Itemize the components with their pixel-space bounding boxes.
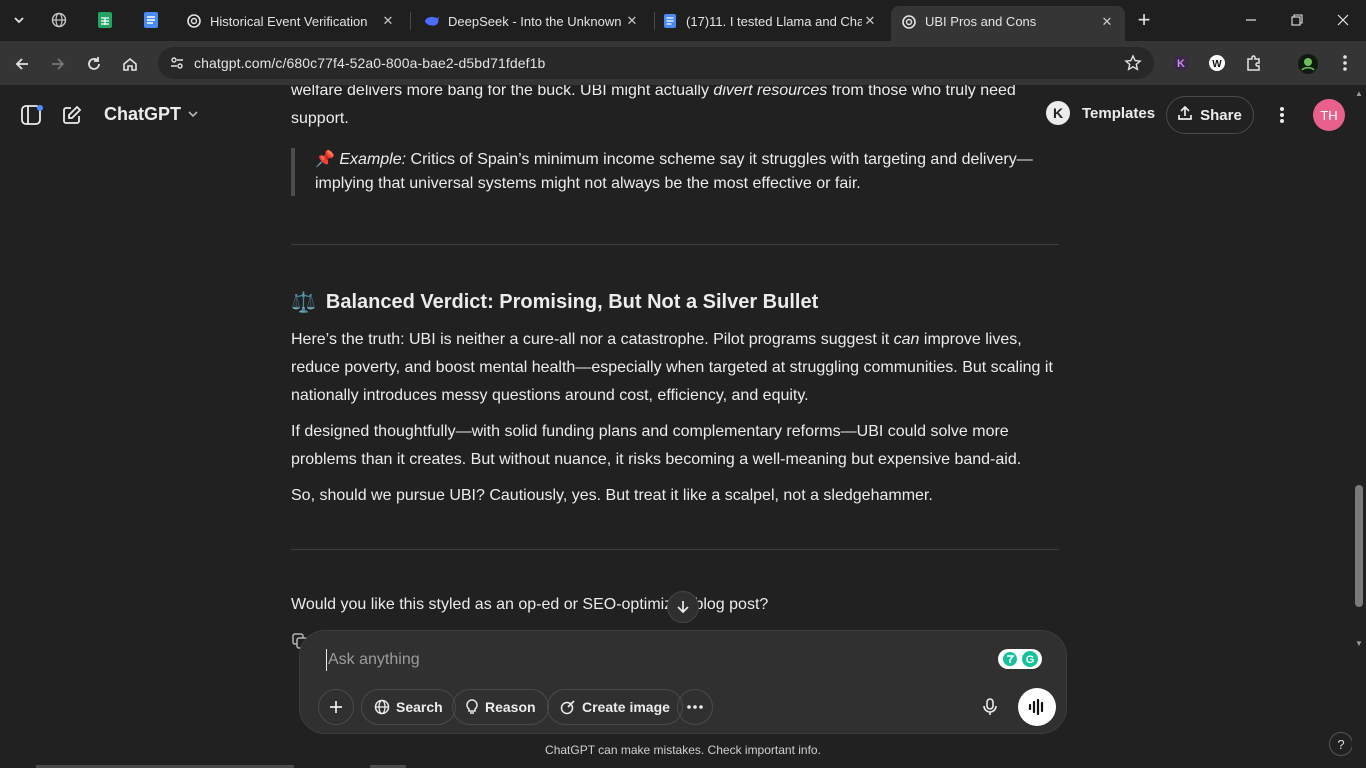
tab-title: (17)11. I tested Llama and ChatGPT <box>686 13 862 29</box>
share-button[interactable]: Share <box>1166 96 1254 134</box>
brand-title: ChatGPT <box>104 104 182 124</box>
svg-text:W: W <box>1212 59 1222 70</box>
prompt-composer: Ask anything G Search Reason Create imag… <box>299 630 1067 734</box>
close-icon[interactable]: ✕ <box>1099 14 1115 30</box>
browser-tab-bar: Historical Event Verification ✕ DeepSeek… <box>0 0 1366 41</box>
heading-text: Balanced Verdict: Promising, But Not a S… <box>325 291 819 313</box>
page-scrollbar[interactable]: ▲ ▼ <box>1352 85 1366 768</box>
pinned-globe-tab-icon[interactable] <box>46 8 72 32</box>
wordtune-extension-icon[interactable]: W <box>1206 52 1228 74</box>
more-tools-button[interactable] <box>677 689 713 725</box>
user-avatar[interactable]: TH <box>1313 99 1345 131</box>
arrow-down-icon <box>677 601 689 614</box>
k-badge-icon: K <box>1046 101 1070 125</box>
svg-text:G: G <box>1026 654 1035 666</box>
new-chat-icon[interactable] <box>60 103 84 127</box>
blockquote: 📌 Example: Critics of Spain’s minimum in… <box>291 148 1061 196</box>
bookmark-star-icon[interactable] <box>1124 54 1142 77</box>
section-divider <box>291 549 1059 550</box>
voice-mode-button[interactable] <box>1018 688 1056 726</box>
chrome-menu-icon[interactable] <box>1334 52 1356 74</box>
disclaimer-text: ChatGPT can make mistakes. Check importa… <box>545 743 821 757</box>
forward-arrow-icon[interactable] <box>44 50 72 78</box>
create-image-label: Create image <box>582 699 670 715</box>
restore-icon[interactable] <box>1274 8 1320 32</box>
reload-icon[interactable] <box>80 50 108 78</box>
chevron-down-icon <box>187 104 199 125</box>
plus-icon <box>330 701 342 713</box>
chatgpt-app: welfare delivers more bang for the buck.… <box>0 85 1366 768</box>
scroll-down-arrow-icon[interactable]: ▼ <box>1355 639 1363 648</box>
site-settings-icon[interactable] <box>166 52 188 74</box>
close-icon[interactable]: ✕ <box>862 13 878 29</box>
browser-toolbar: chatgpt.com/c/680c77f4-52a0-800a-bae2-d5… <box>0 41 1366 85</box>
tab-llama-chatgpt[interactable]: (17)11. I tested Llama and ChatGPT ✕ <box>652 6 888 36</box>
prompt-input[interactable]: Ask anything <box>326 649 420 671</box>
globe-icon <box>374 699 390 715</box>
grammarly-icon[interactable]: G <box>998 648 1042 670</box>
tab-title: UBI Pros and Cons <box>925 14 1037 29</box>
scroll-up-arrow-icon[interactable]: ▲ <box>1355 89 1363 98</box>
emphasis-text: can <box>893 331 920 348</box>
reason-button[interactable]: Reason <box>452 689 549 725</box>
text-run: Here’s the truth: UBI is neither a cure-… <box>291 331 894 348</box>
docs-icon <box>662 13 678 29</box>
more-options-icon[interactable] <box>1270 103 1294 127</box>
message-paragraph: Here’s the truth: UBI is neither a cure-… <box>291 326 1061 410</box>
back-arrow-icon[interactable] <box>8 50 36 78</box>
share-label: Share <box>1200 106 1242 124</box>
search-button[interactable]: Search <box>361 689 456 725</box>
pinned-docs-tab-icon[interactable] <box>138 8 164 32</box>
address-bar[interactable]: chatgpt.com/c/680c77f4-52a0-800a-bae2-d5… <box>158 47 1154 79</box>
add-attachment-button[interactable] <box>318 689 354 725</box>
pushpin-icon: 📌 <box>315 151 335 168</box>
search-label: Search <box>396 699 443 715</box>
svg-text:K: K <box>1177 58 1185 70</box>
openai-icon <box>186 13 202 29</box>
kaspersky-extension-icon[interactable]: K <box>1170 52 1192 74</box>
app-header: ChatGPT K Templates Share TH <box>0 85 1352 143</box>
create-image-button[interactable]: Create image <box>547 689 683 725</box>
help-button[interactable]: ? <box>1329 732 1353 756</box>
templates-label: Templates <box>1082 104 1156 122</box>
tab-search-chevron-icon[interactable] <box>6 8 32 32</box>
section-heading: ⚖️ Balanced Verdict: Promising, But Not … <box>291 290 818 315</box>
close-icon[interactable]: ✕ <box>624 13 640 29</box>
reason-label: Reason <box>485 699 536 715</box>
brush-icon <box>560 700 575 715</box>
profile-avatar-icon[interactable] <box>1296 52 1320 76</box>
message-paragraph: So, should we pursue UBI? Cautiously, ye… <box>291 487 933 504</box>
scroll-to-bottom-button[interactable] <box>667 591 699 623</box>
tab-historical-event-verification[interactable]: Historical Event Verification ✕ <box>176 6 406 36</box>
example-label: Example: <box>339 151 407 168</box>
close-icon[interactable]: ✕ <box>380 13 396 29</box>
lightbulb-icon <box>466 699 478 714</box>
new-tab-button[interactable]: + <box>1131 7 1157 32</box>
openai-icon <box>901 14 917 30</box>
tab-title: Historical Event Verification <box>210 13 368 29</box>
tab-deepseek[interactable]: DeepSeek - Into the Unknown ✕ <box>414 6 650 36</box>
tab-ubi-pros-cons[interactable]: UBI Pros and Cons ✕ <box>891 6 1125 41</box>
minimize-icon[interactable] <box>1228 8 1274 32</box>
ellipsis-icon <box>687 705 703 709</box>
pinned-sheets-tab-icon[interactable] <box>92 8 118 32</box>
waveform-icon <box>1028 699 1044 715</box>
home-icon[interactable] <box>116 50 144 78</box>
tab-title: DeepSeek - Into the Unknown <box>448 13 622 29</box>
deepseek-icon <box>424 13 440 29</box>
scrollbar-thumb[interactable] <box>1355 485 1363 607</box>
microphone-icon[interactable] <box>976 693 1004 721</box>
share-upload-icon <box>1178 105 1192 125</box>
model-selector[interactable]: ChatGPT <box>104 104 199 125</box>
extensions-puzzle-icon[interactable] <box>1243 52 1265 74</box>
balance-scale-icon: ⚖️ <box>291 292 316 314</box>
url-text: chatgpt.com/c/680c77f4-52a0-800a-bae2-d5… <box>194 55 546 71</box>
sidebar-toggle-icon[interactable] <box>20 103 44 127</box>
message-paragraph: If designed thoughtfully—with solid fund… <box>291 423 1022 468</box>
quote-text: Critics of Spain’s minimum income scheme… <box>315 151 1033 192</box>
tab-divider <box>410 12 411 30</box>
templates-button[interactable]: K Templates <box>1046 101 1155 125</box>
window-close-icon[interactable] <box>1320 8 1366 32</box>
section-divider <box>291 244 1059 245</box>
